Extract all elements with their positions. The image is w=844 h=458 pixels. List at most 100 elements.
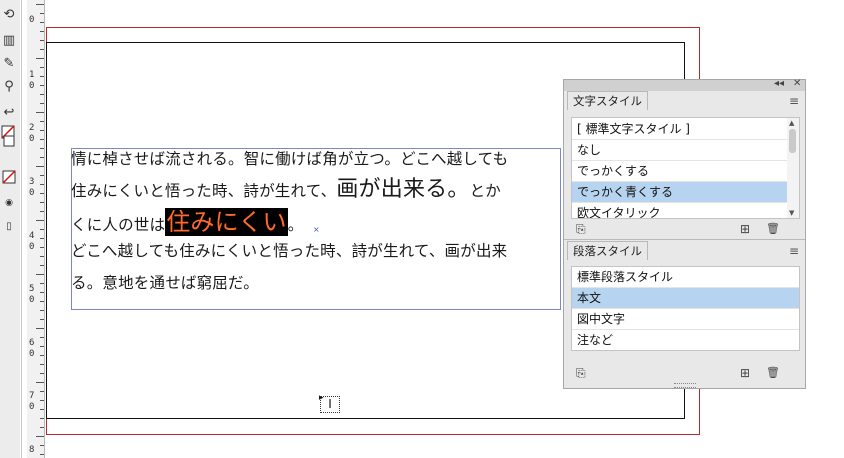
eyedropper-icon[interactable]: ✎ (0, 55, 18, 73)
ruler-tick (40, 157, 44, 158)
ruler-tick (40, 175, 44, 176)
cursor-ibeam: I (320, 396, 340, 413)
end-of-story-marker: × (313, 225, 320, 234)
scroll-down-icon[interactable]: ▼ (789, 209, 794, 217)
text-run: どこへ越しても住みにくいと悟った時、詩が生れて、画が出来 (71, 242, 508, 260)
ruler-number: 0 (29, 188, 35, 198)
text-run: 情に棹させば流される。智に働けば角が立つ。どこへ越しても (71, 150, 509, 168)
list-item[interactable]: なし (572, 140, 799, 161)
ruler-tick (40, 265, 44, 266)
text-run: とか (469, 182, 501, 200)
ruler-tick (40, 391, 44, 392)
ruler-tick (36, 4, 44, 5)
ruler-tick (40, 193, 44, 194)
text-cursor-icon: ▸ I (319, 393, 342, 414)
ruler-tick (40, 346, 44, 347)
ruler-number: 7 (29, 391, 35, 401)
ruler-tick (36, 112, 44, 113)
ruler-tick (40, 283, 44, 284)
screen-mode-icon[interactable]: ▯ (0, 218, 18, 236)
new-style-icon[interactable]: ⊞ (740, 222, 750, 236)
ruler-tick (40, 310, 44, 311)
character-style-list: [ 標準文字スタイル ] なし でっかくする でっかく青くする 欧文イタリック … (571, 117, 800, 219)
swap-colors-icon[interactable]: ↩ (0, 104, 18, 122)
ruler-tick (40, 202, 44, 203)
load-styles-icon[interactable]: ⎘ (576, 366, 586, 380)
load-styles-icon[interactable]: ⎘ (576, 222, 586, 236)
panel-divider (564, 239, 805, 240)
collapse-panel-icon[interactable]: ◂◂ (774, 78, 784, 89)
ruler-number: 5 (29, 284, 35, 294)
text-run: 。 (287, 216, 304, 234)
ruler-tick (40, 409, 44, 410)
ruler-number: 8 (29, 445, 35, 455)
list-item-selected[interactable]: でっかく青くする (572, 182, 799, 203)
ruler-tick (36, 274, 44, 275)
rotate-tool-icon[interactable]: ⟲ (0, 6, 18, 24)
ruler-tick (40, 31, 44, 32)
panel-menu-icon[interactable]: ≡ (789, 94, 799, 108)
ruler-tick (36, 436, 44, 437)
close-panel-icon[interactable]: ✕ (793, 78, 801, 89)
scroll-thumb[interactable] (789, 129, 796, 153)
list-item-selected[interactable]: 本文 (572, 288, 799, 309)
panel-menu-icon[interactable]: ≡ (789, 244, 799, 258)
ruler-tick (40, 247, 44, 248)
text-line: くに人の世は住みにくい。 (71, 202, 303, 237)
ruler-tick (40, 22, 44, 23)
stroke-fill-icon[interactable] (0, 125, 18, 147)
ruler-tick (36, 166, 44, 167)
ruler-tick (40, 40, 44, 41)
tab-paragraph-styles[interactable]: 段落スタイル (567, 241, 648, 260)
chart-tool-icon[interactable]: ▥ (0, 32, 18, 50)
text-line: どこへ越しても住みにくいと悟った時、詩が生れて、画が出来 (71, 239, 507, 261)
ruler-tick (40, 445, 44, 446)
ruler-tick (36, 328, 44, 329)
ruler-tick (36, 382, 44, 383)
list-item[interactable]: 標準段落スタイル (572, 267, 799, 288)
ruler-tick (40, 355, 44, 356)
list-item[interactable]: [ 標準文字スタイル ] (572, 119, 799, 140)
list-item[interactable]: 注など (572, 330, 799, 350)
ruler-tick (40, 148, 44, 149)
ruler-tick (40, 85, 44, 86)
list-item[interactable]: 図中文字 (572, 309, 799, 330)
ruler-tick (40, 184, 44, 185)
ruler-tick (40, 256, 44, 257)
ruler-tick (40, 13, 44, 14)
ruler-tick (40, 418, 44, 419)
ruler-number: 0 (29, 81, 35, 91)
selected-text-highlight[interactable]: 住みにくい (165, 208, 288, 236)
ruler-tick (36, 58, 44, 59)
panel-titlebar[interactable]: ◂◂ ✕ (564, 78, 805, 91)
tools-panel: ⟲ ▥ ✎ ⚲ ↩ ◉ ▯ (0, 0, 20, 458)
ruler-tick (40, 49, 44, 50)
delete-style-icon[interactable]: 🗑 (766, 222, 780, 236)
none-color-icon[interactable] (0, 170, 18, 188)
vertical-ruler[interactable]: 0 1 0 2 0 3 0 4 0 5 0 6 0 7 0 8 (27, 0, 45, 458)
ruler-number: 3 (29, 177, 35, 187)
text-run: る。意地を通せば窮屈だ。 (71, 274, 259, 292)
zoom-icon[interactable]: ⚲ (0, 78, 18, 96)
ruler-tick (40, 211, 44, 212)
toolbar-divider (21, 0, 22, 458)
ruler-tick (40, 76, 44, 77)
paragraph-style-list: 標準段落スタイル 本文 図中文字 注など (571, 266, 800, 351)
text-run: 住みにくいと悟った時、詩が生れて、 (71, 182, 337, 200)
ruler-tick (40, 373, 44, 374)
resize-grip[interactable] (674, 383, 696, 388)
tab-character-styles[interactable]: 文字スタイル (567, 91, 648, 110)
new-style-icon[interactable]: ⊞ (740, 366, 750, 380)
ruler-tick (40, 292, 44, 293)
ruler-number: 0 (29, 15, 35, 25)
scroll-up-icon[interactable]: ▲ (789, 119, 794, 127)
list-item[interactable]: でっかくする (572, 161, 799, 182)
text-line: る。意地を通せば窮屈だ。 (71, 271, 259, 293)
delete-style-icon[interactable]: 🗑 (766, 366, 780, 380)
view-mode-icon[interactable]: ◉ (0, 194, 18, 212)
ruler-number: 2 (29, 123, 35, 133)
ruler-number: 0 (29, 295, 35, 305)
ruler-tick (40, 67, 44, 68)
scrollbar[interactable]: ▲ ▼ (787, 118, 799, 218)
list-item[interactable]: 欧文イタリック (572, 203, 799, 218)
